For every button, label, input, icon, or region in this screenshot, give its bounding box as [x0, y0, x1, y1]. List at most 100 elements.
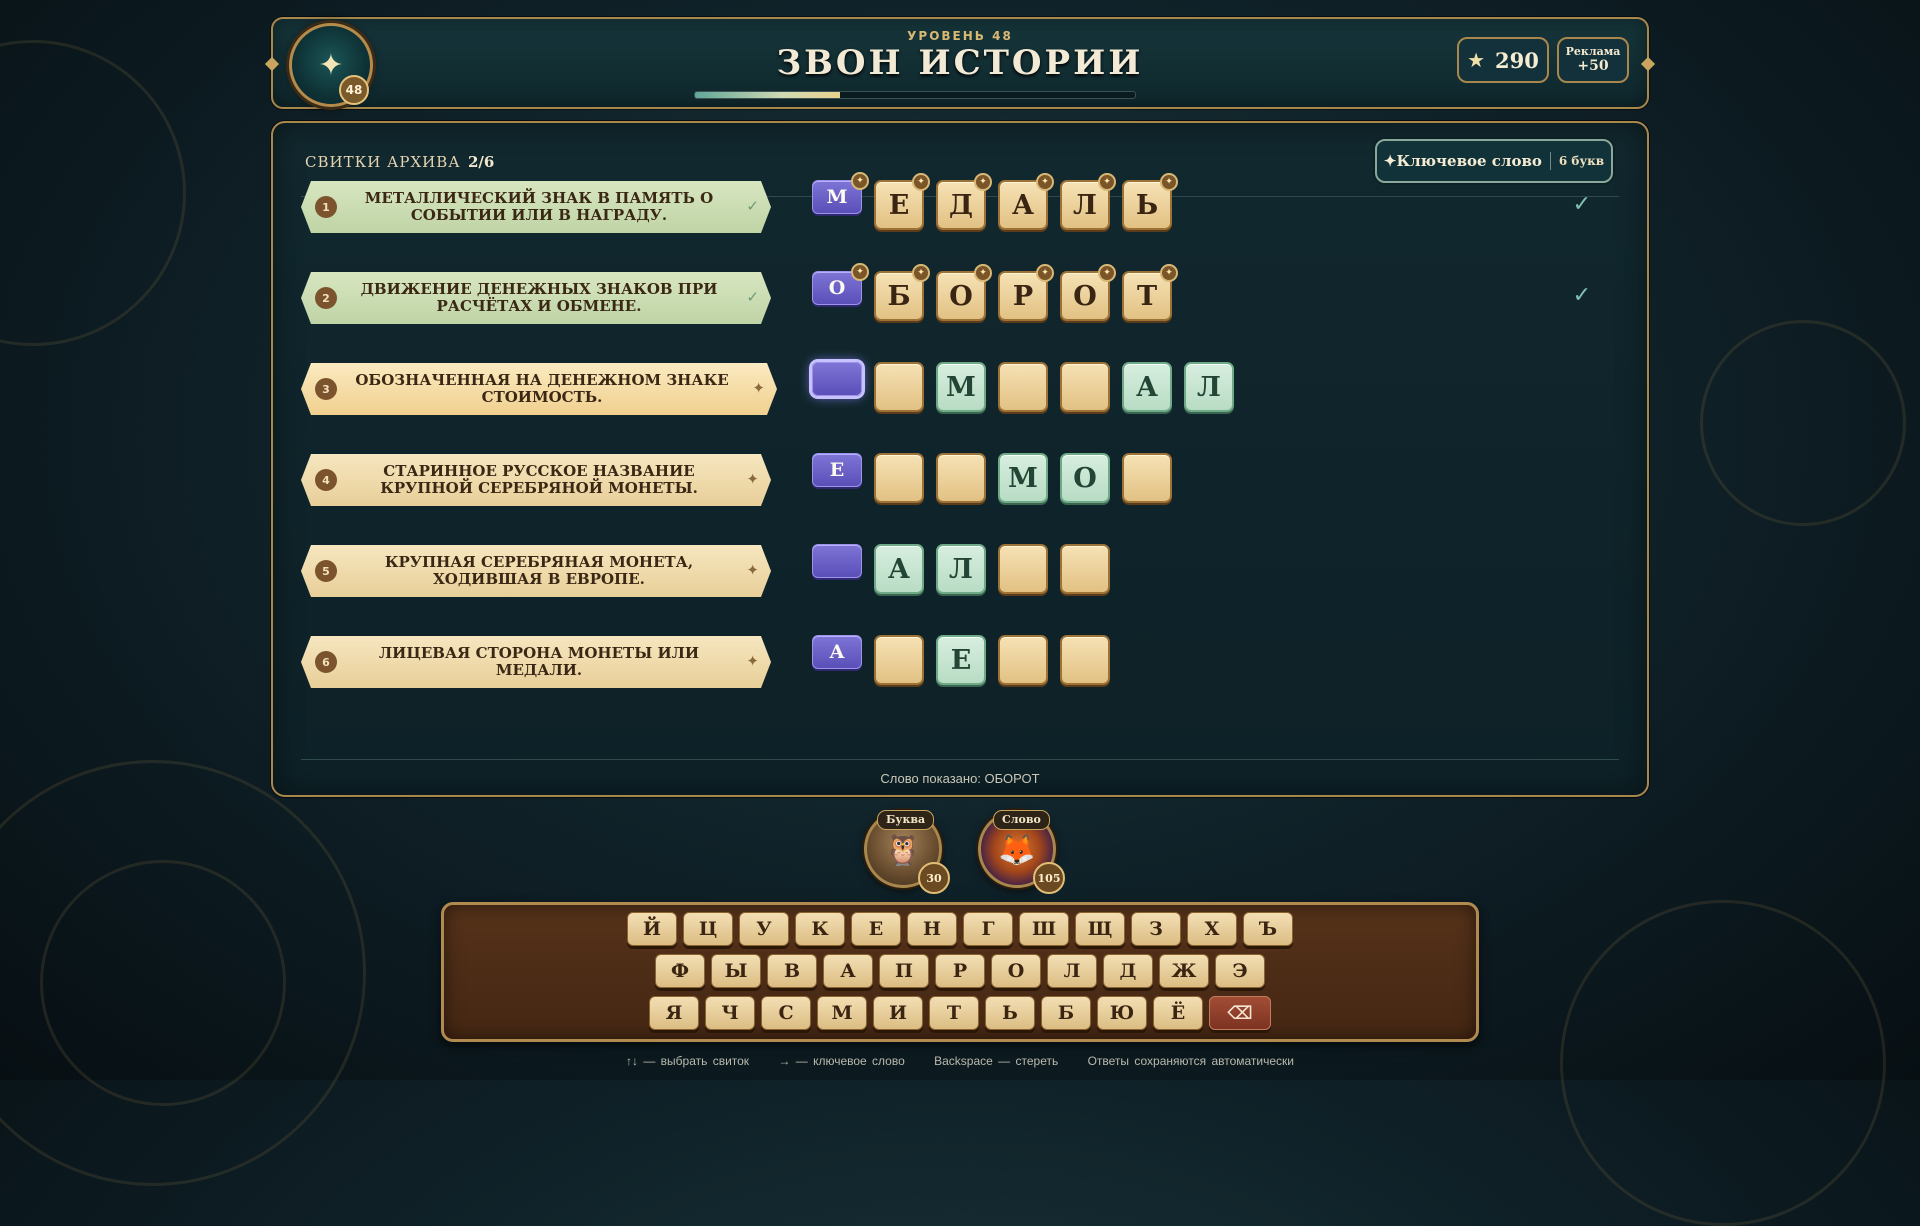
key-letter[interactable]: В	[767, 954, 817, 988]
letter-tile[interactable]: А	[874, 544, 924, 594]
key-letter[interactable]: А	[823, 954, 873, 988]
key-letter[interactable]: Ч	[705, 996, 755, 1030]
key-letter[interactable]: Ё	[1153, 996, 1203, 1030]
clue-scroll[interactable]: 1 МЕТАЛЛИЧЕСКИЙ ЗНАК В ПАМЯТЬ О СОБЫТИИ И…	[301, 181, 771, 233]
letter-tile[interactable]: О ✦	[936, 264, 992, 321]
key-letter[interactable]: М	[817, 996, 867, 1030]
letter-tile[interactable]: А ✦	[998, 173, 1054, 230]
letter-tile[interactable]: Б ✦	[874, 264, 930, 321]
key-letter[interactable]: К	[795, 912, 845, 946]
key-letter[interactable]: Р	[935, 954, 985, 988]
sparkle-icon: ✦	[851, 263, 869, 281]
backspace-key[interactable]: ⌫	[1209, 996, 1271, 1030]
key-letter[interactable]: С	[761, 996, 811, 1030]
letter-hint-label: Буква	[877, 810, 935, 830]
letter-tile[interactable]: Ь ✦	[1122, 173, 1178, 230]
letter-tile[interactable]: Е	[936, 635, 986, 685]
key-letter[interactable]: Г	[963, 912, 1013, 946]
letter-tile[interactable]: М	[998, 453, 1048, 503]
keyword-letter-tile[interactable]: О ✦	[812, 263, 869, 305]
level-label: УРОВЕНЬ 48	[907, 29, 1013, 43]
letter-tile[interactable]: О	[1060, 453, 1110, 503]
tile-letter: Р	[1012, 280, 1034, 312]
letter-tile[interactable]	[874, 635, 924, 685]
key-letter[interactable]: Ы	[711, 954, 761, 988]
letter-tile[interactable]	[936, 453, 986, 503]
keyword-button[interactable]: ✦Ключевое слово 6 букв	[1375, 139, 1613, 183]
letter-tile[interactable]	[874, 362, 924, 412]
key-letter[interactable]: З	[1131, 912, 1181, 946]
key-letter[interactable]: Ъ	[1243, 912, 1293, 946]
key-letter[interactable]: Щ	[1075, 912, 1125, 946]
key-letter[interactable]: Я	[649, 996, 699, 1030]
key-letter[interactable]: Т	[929, 996, 979, 1030]
key-letter[interactable]: Ь	[985, 996, 1035, 1030]
watch-ad-button[interactable]: Реклама +50	[1557, 37, 1629, 83]
clue-scroll[interactable]: 5 КРУПНАЯ СЕРЕБРЯНАЯ МОНЕТА, ХОДИВШАЯ В Е…	[301, 545, 771, 597]
letter-tile[interactable]	[1060, 544, 1110, 594]
stars-counter: ★ 290	[1457, 37, 1549, 83]
letter-tile[interactable]: Л ✦	[1060, 173, 1116, 230]
letter-tile[interactable]	[1122, 453, 1172, 503]
clue-scroll[interactable]: 6 ЛИЦЕВАЯ СТОРОНА МОНЕТЫ ИЛИ МЕДАЛИ. ✦	[301, 636, 771, 688]
key-letter[interactable]: Й	[627, 912, 677, 946]
keyword-letter-tile[interactable]: М ✦	[812, 172, 869, 214]
letter-tile[interactable]: Т ✦	[1122, 264, 1178, 321]
key-letter[interactable]: Ц	[683, 912, 733, 946]
key-letter[interactable]: Ш	[1019, 912, 1069, 946]
letter-tile[interactable]	[1060, 635, 1110, 685]
key-letter[interactable]: Х	[1187, 912, 1237, 946]
key-letter[interactable]: Б	[1041, 996, 1091, 1030]
letter-tile[interactable]: А	[1122, 362, 1172, 412]
key-letter[interactable]: Э	[1215, 954, 1265, 988]
key-letter[interactable]: Д	[1103, 954, 1153, 988]
tile-letter: Б	[887, 280, 911, 312]
key-letter[interactable]: У	[739, 912, 789, 946]
letter-tile[interactable]: М	[936, 362, 986, 412]
clue-scroll[interactable]: 2 ДВИЖЕНИЕ ДЕНЕЖНЫХ ЗНАКОВ ПРИ РАСЧЁТАХ И…	[301, 272, 771, 324]
key-letter[interactable]: И	[873, 996, 923, 1030]
keyword-letter-tile[interactable]: А	[812, 635, 862, 669]
key-letter[interactable]: П	[879, 954, 929, 988]
sparkle-icon: ✦	[974, 264, 992, 282]
sparkle-icon: ✦	[746, 561, 759, 579]
key-letter[interactable]: Ж	[1159, 954, 1209, 988]
letter-tile[interactable]	[998, 362, 1048, 412]
letter-tile[interactable]: Д ✦	[936, 173, 992, 230]
keyword-letter-tile[interactable]: Е	[812, 453, 862, 487]
clue-scroll[interactable]: 4 СТАРИННОЕ РУССКОЕ НАЗВАНИЕ КРУПНОЙ СЕРЕ…	[301, 454, 771, 506]
key-letter[interactable]: Ю	[1097, 996, 1147, 1030]
key-letter[interactable]: Ф	[655, 954, 705, 988]
letter-tile[interactable]: О ✦	[1060, 264, 1116, 321]
letter-tile[interactable]	[998, 544, 1048, 594]
key-letter[interactable]: Е	[851, 912, 901, 946]
keyword-letter-tile[interactable]	[812, 362, 862, 396]
letter-tile[interactable]	[874, 453, 924, 503]
clue-row[interactable]: 6 ЛИЦЕВАЯ СТОРОНА МОНЕТЫ ИЛИ МЕДАЛИ. ✦6 А Е	[301, 635, 1621, 691]
clue-number: 6	[315, 651, 337, 673]
letter-tile[interactable]: Е ✦	[874, 173, 930, 230]
archive-count: 2/6	[468, 153, 495, 171]
letter-tile[interactable]	[998, 635, 1048, 685]
clue-scroll[interactable]: 3 ОБОЗНАЧЕННАЯ НА ДЕНЕЖНОМ ЗНАКЕ СТОИМОСТ…	[301, 363, 777, 415]
clue-row[interactable]: 1 МЕТАЛЛИЧЕСКИЙ ЗНАК В ПАМЯТЬ О СОБЫТИИ И…	[301, 172, 1621, 236]
tile-letter: А	[829, 641, 845, 663]
clue-row[interactable]: 2 ДВИЖЕНИЕ ДЕНЕЖНЫХ ЗНАКОВ ПРИ РАСЧЁТАХ И…	[301, 263, 1621, 327]
clue-row[interactable]: 4 СТАРИННОЕ РУССКОЕ НАЗВАНИЕ КРУПНОЙ СЕРЕ…	[301, 453, 1621, 509]
keyword-letter-tile[interactable]	[812, 544, 862, 578]
clue-text: КРУПНАЯ СЕРЕБРЯНАЯ МОНЕТА, ХОДИВШАЯ В ЕВ…	[384, 553, 694, 588]
letter-tile[interactable]: Л	[1184, 362, 1234, 412]
bottom-divider	[301, 759, 1619, 760]
letter-tile[interactable]	[1060, 362, 1110, 412]
letter-tile[interactable]: Р ✦	[998, 264, 1054, 321]
shown-word-status: Слово показано: ОБОРОТ	[880, 771, 1040, 786]
letter-tile[interactable]: Л	[936, 544, 986, 594]
clue-row[interactable]: 5 КРУПНАЯ СЕРЕБРЯНАЯ МОНЕТА, ХОДИВШАЯ В Е…	[301, 544, 1621, 600]
clue-row[interactable]: 3 ОБОЗНАЧЕННАЯ НА ДЕНЕЖНОМ ЗНАКЕ СТОИМОСТ…	[301, 362, 1621, 418]
clue-number: 1	[315, 196, 337, 218]
key-letter[interactable]: О	[991, 954, 1041, 988]
key-letter[interactable]: Н	[907, 912, 957, 946]
key-letter[interactable]: Л	[1047, 954, 1097, 988]
sparkle-icon: ✦	[851, 172, 869, 190]
sparkle-icon: ✦	[752, 379, 765, 397]
